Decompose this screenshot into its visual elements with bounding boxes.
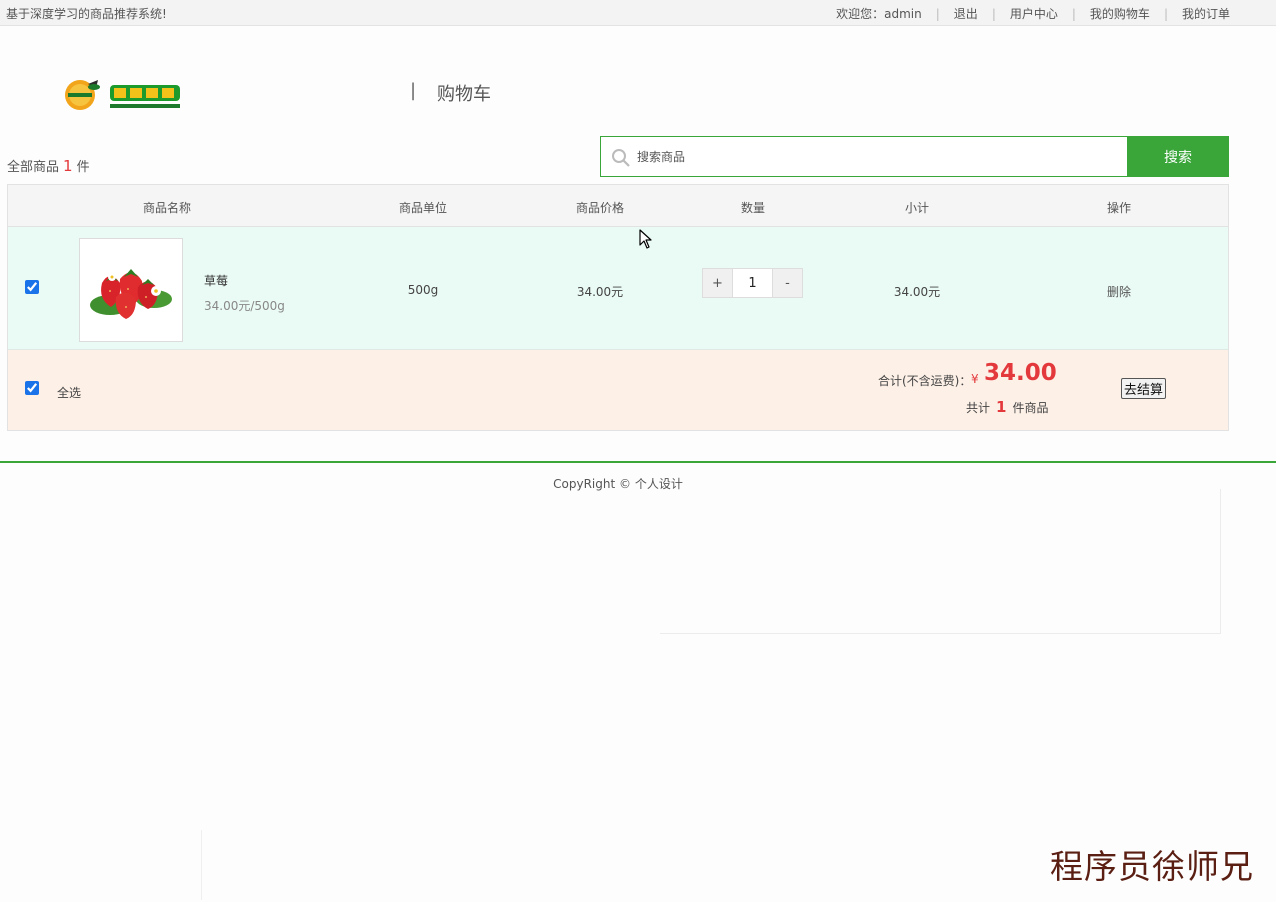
selected-count-prefix: 共计: [966, 401, 991, 415]
table-row: 草莓 34.00元/500g 500g 34.00元 + 1 - 34.00元 …: [8, 227, 1228, 350]
footer-divider: [0, 461, 1276, 463]
header-quantity: 数量: [740, 201, 766, 215]
user-center-link[interactable]: 用户中心: [1010, 5, 1058, 22]
product-image-strawberry[interactable]: [79, 238, 183, 342]
title-separator: |: [410, 80, 417, 101]
product-price: 34.00元: [576, 285, 624, 299]
top-bar: 基于深度学习的商品推荐系统! 欢迎您：admin | 退出 | 用户中心 | 我…: [0, 0, 1276, 26]
header-unit: 商品单位: [398, 201, 448, 215]
product-unit: 500g: [407, 283, 439, 297]
select-all-label[interactable]: 全选: [57, 384, 81, 401]
product-subtotal: 34.00元: [893, 285, 941, 299]
header-price: 商品价格: [575, 201, 625, 215]
search-box: [600, 136, 1128, 177]
fruit-shop-logo[interactable]: [60, 78, 184, 112]
quantity-plus-button[interactable]: +: [702, 268, 733, 298]
separator: |: [1163, 6, 1168, 21]
site-name: 基于深度学习的商品推荐系统!: [6, 7, 167, 21]
total-amount: 34.00: [984, 360, 1057, 386]
header-actions: 操作: [1106, 201, 1132, 215]
delete-link[interactable]: 删除: [1107, 283, 1131, 300]
quantity-stepper: + 1 -: [702, 268, 803, 298]
faint-divider: [201, 830, 202, 900]
cart-summary-bar: 全选 合计(不含运费)： ¥ 34.00 共计 1 件商品 去结算: [8, 350, 1228, 430]
item-checkbox[interactable]: [25, 280, 39, 294]
selected-count-suffix: 件商品: [1012, 401, 1049, 415]
search-bar: 搜索: [600, 136, 1229, 177]
faint-panel-outline: [660, 489, 1221, 634]
mouse-cursor-icon: [639, 229, 653, 249]
header-product-name: 商品名称: [142, 201, 192, 215]
search-button[interactable]: 搜索: [1127, 136, 1229, 177]
quantity-minus-button[interactable]: -: [772, 268, 803, 298]
page-title: 购物车: [437, 84, 491, 105]
watermark: 程序员徐师兄: [1050, 847, 1254, 886]
select-all-checkbox[interactable]: [25, 381, 39, 395]
total-label: 合计(不含运费)：: [878, 374, 972, 388]
separator: |: [1071, 6, 1076, 21]
my-cart-link[interactable]: 我的购物车: [1090, 5, 1150, 22]
checkout-button[interactable]: 去结算: [1121, 378, 1166, 399]
currency-symbol: ¥: [971, 372, 979, 386]
logout-link[interactable]: 退出: [954, 5, 978, 22]
table-header: 商品名称 商品单位 商品价格 数量 小计 操作: [8, 185, 1228, 227]
search-input[interactable]: [637, 147, 1107, 167]
selected-count: 共计 1 件商品: [966, 398, 1048, 416]
cart-table: 商品名称 商品单位 商品价格 数量 小计 操作 草莓 34.00元/500g 5…: [7, 184, 1229, 431]
welcome-user: 欢迎您：admin: [836, 7, 922, 21]
item-count: 全部商品 1 件: [7, 156, 90, 175]
count-number: 1: [63, 157, 73, 175]
count-suffix: 件: [76, 160, 90, 175]
quantity-value[interactable]: 1: [733, 268, 772, 298]
search-icon: [611, 148, 631, 168]
separator: |: [935, 6, 940, 21]
top-links: 欢迎您：admin | 退出 | 用户中心 | 我的购物车 | 我的订单: [836, 5, 1230, 22]
product-name[interactable]: 草莓: [204, 272, 228, 289]
count-prefix: 全部商品: [7, 160, 60, 175]
selected-count-number: 1: [996, 398, 1007, 416]
my-orders-link[interactable]: 我的订单: [1182, 5, 1230, 22]
product-unit-price: 34.00元/500g: [204, 299, 285, 313]
separator: |: [991, 6, 996, 21]
header-subtotal: 小计: [904, 201, 930, 215]
